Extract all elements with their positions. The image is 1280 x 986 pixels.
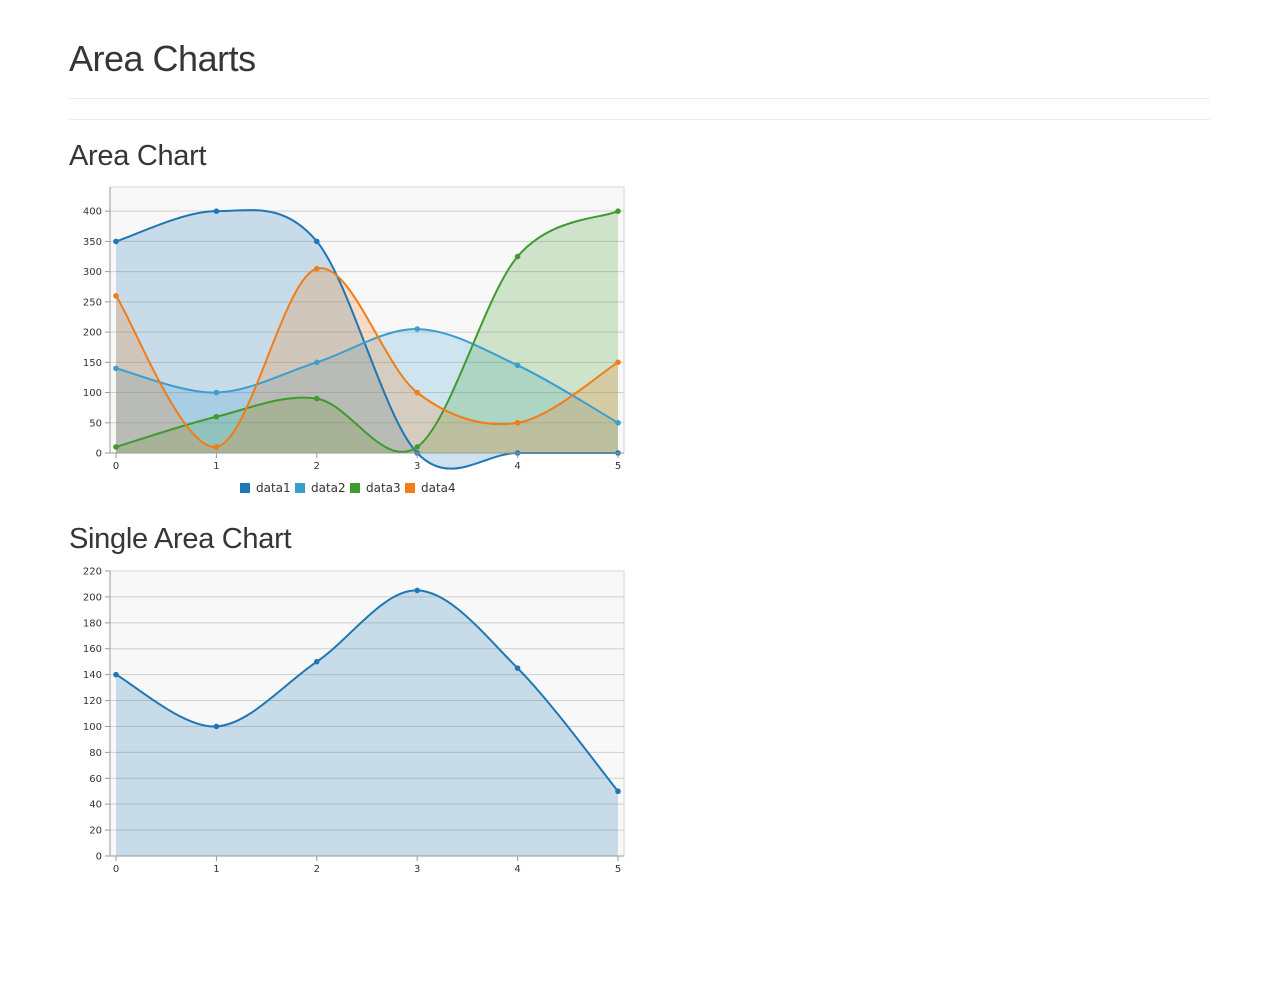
x-tick-label: 0 (113, 461, 119, 472)
data-point (615, 419, 621, 426)
y-axis: 0 50 100 150 200 250 300 350 400 (83, 187, 111, 460)
y-tick-label: 0 (96, 449, 102, 460)
legend-swatch (405, 483, 415, 493)
y-tick-label: 150 (83, 358, 102, 369)
data-point (213, 389, 220, 396)
data-point (615, 208, 621, 214)
data-point (113, 293, 119, 299)
x-tick-label: 0 (113, 864, 119, 875)
data-point (314, 658, 320, 665)
y-axis: 0 20 40 60 80 100 120 140 160 180 200 220 (83, 567, 111, 863)
section-title-single-area-chart: Single Area Chart (69, 523, 292, 555)
x-tick-label: 3 (414, 864, 420, 875)
legend-item-data1[interactable]: data1 (240, 481, 291, 495)
data-point (213, 208, 220, 214)
data-point (414, 389, 421, 396)
y-tick-label: 20 (89, 826, 102, 837)
x-tick-label: 5 (615, 864, 621, 875)
legend-label: data4 (421, 481, 456, 495)
y-tick-label: 160 (83, 644, 102, 655)
legend-label: data3 (366, 481, 401, 495)
y-tick-label: 180 (83, 618, 102, 629)
data-point (514, 665, 521, 671)
single-area-chart: 0 20 40 60 80 100 120 140 160 180 200 220 0 1 2 3 4 5 (83, 567, 625, 875)
y-tick-label: 50 (89, 418, 102, 429)
data-point (514, 253, 521, 260)
page-title: Area Charts (69, 38, 256, 79)
data-point (213, 723, 220, 730)
legend: data1 data2 data3 data4 (240, 481, 456, 495)
section-title-area-chart: Area Chart (69, 140, 207, 172)
y-tick-label: 0 (96, 852, 102, 863)
y-tick-label: 250 (83, 297, 102, 308)
y-tick-label: 60 (89, 774, 102, 785)
y-tick-label: 200 (83, 592, 102, 603)
title-divider (69, 98, 1210, 99)
x-tick-label: 4 (514, 461, 520, 472)
legend-swatch (350, 483, 360, 493)
x-tick-label: 5 (615, 461, 621, 472)
y-tick-label: 350 (83, 237, 102, 248)
x-tick-label: 2 (314, 461, 320, 472)
data-point (314, 238, 320, 245)
x-tick-label: 3 (414, 461, 420, 472)
data-point (414, 326, 421, 332)
y-tick-label: 140 (83, 670, 102, 681)
y-tick-label: 300 (83, 267, 102, 278)
data-point (113, 365, 119, 372)
legend-label: data1 (256, 481, 291, 495)
data-point (213, 444, 220, 450)
x-axis: 0 1 2 3 4 5 (110, 855, 624, 875)
data-point (414, 444, 421, 450)
legend-item-data3[interactable]: data3 (350, 481, 401, 495)
legend-item-data4[interactable]: data4 (405, 481, 456, 495)
data-point (414, 587, 421, 594)
y-tick-label: 40 (89, 800, 102, 811)
data-point (615, 788, 621, 795)
x-tick-label: 2 (314, 864, 320, 875)
page: Area Charts Area Chart 0 50 100 150 200 250 30… (0, 0, 1280, 986)
y-tick-label: 120 (83, 696, 102, 707)
data-point (113, 671, 119, 678)
y-tick-label: 400 (83, 207, 102, 218)
x-tick-label: 1 (213, 864, 219, 875)
data-point (514, 419, 521, 426)
y-tick-label: 100 (83, 722, 102, 733)
legend-label: data2 (311, 481, 346, 495)
legend-item-data2[interactable]: data2 (295, 481, 346, 495)
legend-swatch (295, 483, 305, 493)
y-tick-label: 100 (83, 388, 102, 399)
area-chart: 0 50 100 150 200 250 300 350 400 0 1 2 3 4 5 data1 data2… (83, 186, 625, 495)
data-point (314, 395, 320, 402)
x-tick-label: 1 (213, 461, 219, 472)
data-point (213, 413, 220, 420)
data-point (514, 362, 521, 369)
data-point (615, 359, 621, 366)
x-tick-label: 4 (514, 864, 520, 875)
section-divider (69, 119, 1210, 120)
data-point (314, 265, 320, 272)
y-tick-label: 200 (83, 328, 102, 339)
y-tick-label: 80 (89, 748, 102, 759)
y-tick-label: 220 (83, 567, 102, 578)
x-axis: 0 1 2 3 4 5 (110, 452, 624, 472)
data-point (113, 238, 119, 245)
data-point (314, 359, 320, 366)
legend-swatch (240, 483, 250, 493)
data-point (113, 444, 119, 450)
